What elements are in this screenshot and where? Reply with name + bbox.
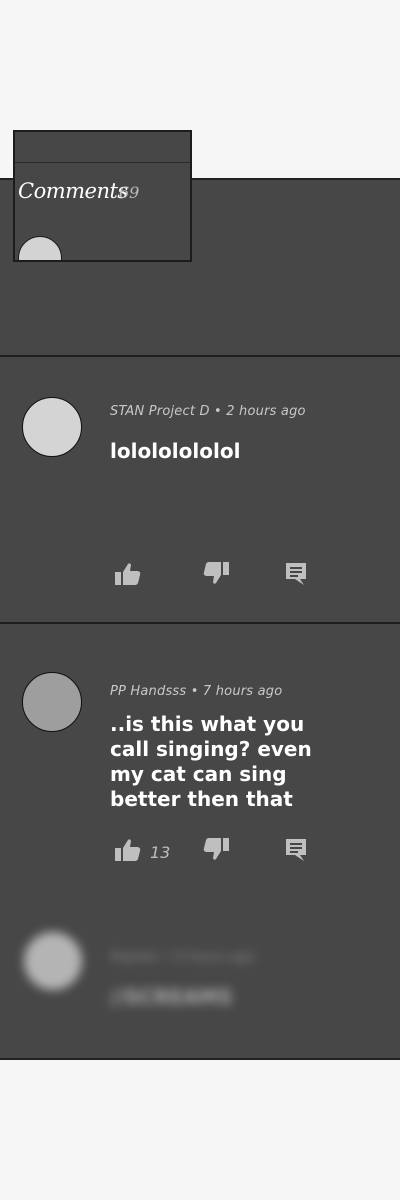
like-button[interactable]: [114, 837, 142, 867]
reply-icon: [286, 839, 306, 861]
like-button[interactable]: [114, 561, 142, 591]
comments-panel: STAN Project D • 2 hours ago lololololol…: [0, 178, 400, 1060]
comment-item: PP Handsss • 7 hours ago ..is this what …: [0, 624, 400, 884]
meta-separator: •: [190, 684, 203, 699]
header-divider: [15, 162, 190, 163]
reply-button[interactable]: [284, 561, 308, 591]
comment-actions: 13: [114, 837, 314, 867]
reply-icon: [286, 563, 306, 585]
reply-button[interactable]: [284, 837, 308, 867]
comment-meta: PP Handsss • 7 hours ago: [110, 684, 282, 699]
comments-header: Comments 69: [13, 130, 192, 262]
dislike-button[interactable]: [202, 561, 230, 591]
avatar[interactable]: [22, 397, 82, 457]
thumbs-down-icon: [203, 562, 229, 584]
comment-text: //SCREAMS: [110, 985, 233, 1009]
comment-item: Replies • 9 hours ago //SCREAMS: [0, 890, 400, 1058]
comment-meta: Replies • 9 hours ago: [110, 950, 255, 965]
comment-text: lolololololol: [110, 439, 241, 463]
meta-separator: •: [214, 404, 227, 419]
comment-time: 2 hours ago: [226, 404, 306, 419]
comment-author[interactable]: STAN Project D: [110, 404, 210, 419]
comments-title: Comments: [18, 179, 128, 203]
comment-author[interactable]: Replies: [110, 950, 159, 965]
like-count: 13: [150, 843, 171, 862]
thumbs-up-icon: [115, 563, 141, 585]
avatar[interactable]: [18, 236, 62, 260]
comment-time: 7 hours ago: [202, 684, 283, 699]
comment-text: ..is this what you call singing? even my…: [110, 712, 312, 811]
comment-author[interactable]: PP Handsss: [110, 684, 186, 699]
comment-time: 9 hours ago: [175, 950, 255, 965]
comment-meta: STAN Project D • 2 hours ago: [110, 404, 306, 419]
thumbs-up-icon: [115, 839, 141, 861]
comment-actions: [114, 561, 314, 591]
avatar[interactable]: [22, 672, 82, 732]
thumbs-down-icon: [203, 838, 229, 860]
comments-count: 69: [119, 183, 140, 202]
dislike-button[interactable]: [202, 837, 230, 867]
comment-item: STAN Project D • 2 hours ago lololololol…: [0, 357, 400, 622]
meta-separator: •: [163, 950, 176, 965]
avatar[interactable]: [24, 932, 82, 990]
